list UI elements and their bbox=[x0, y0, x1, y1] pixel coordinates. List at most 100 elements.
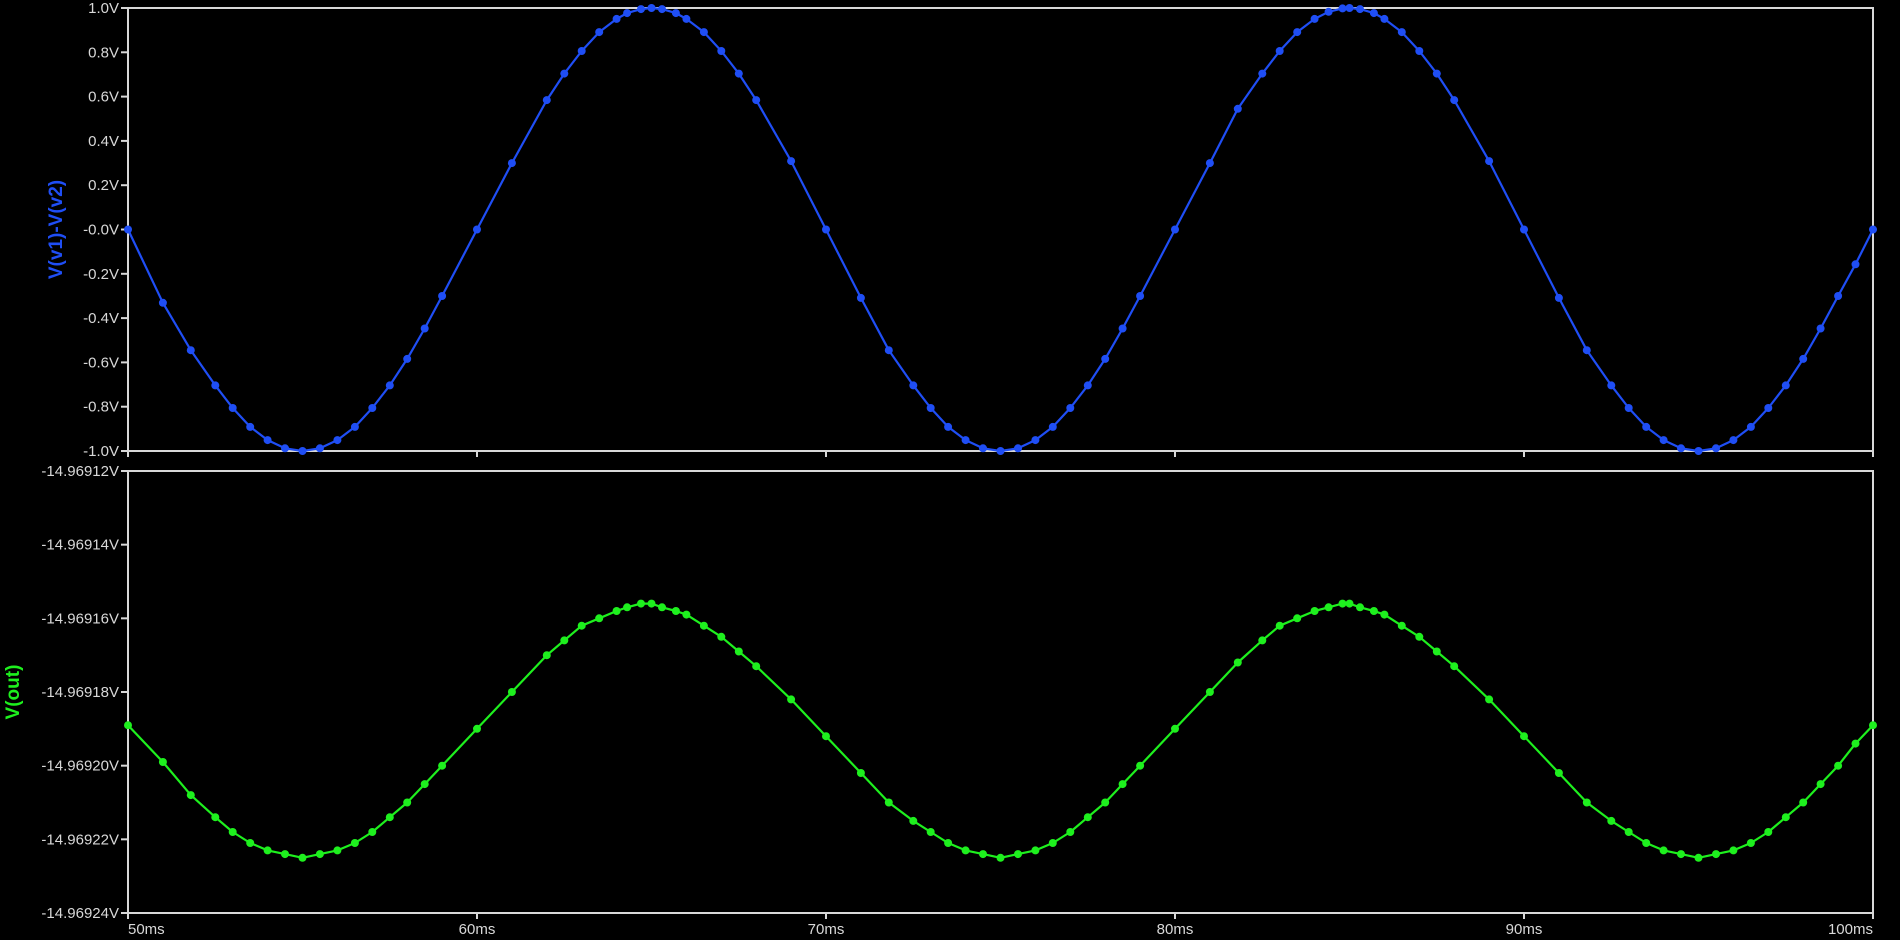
y-tick-label: 0.6V bbox=[88, 89, 119, 106]
y-tick-label: -14.96914V bbox=[41, 537, 119, 554]
y-tick-label: -14.96916V bbox=[41, 610, 119, 627]
data-point bbox=[752, 96, 761, 105]
data-point bbox=[1712, 850, 1720, 859]
data-point bbox=[734, 647, 743, 656]
data-point bbox=[884, 798, 893, 807]
y-tick-label: -14.96920V bbox=[41, 758, 119, 775]
data-point bbox=[1356, 5, 1364, 14]
data-point bbox=[1485, 695, 1494, 704]
data-point bbox=[158, 758, 167, 766]
data-point bbox=[944, 839, 953, 847]
data-point bbox=[1624, 828, 1633, 836]
data-point bbox=[1834, 761, 1843, 770]
data-point bbox=[385, 381, 394, 390]
data-point bbox=[787, 157, 796, 166]
y-tick-label: -14.96924V bbox=[41, 905, 119, 922]
data-point bbox=[699, 28, 708, 37]
data-point bbox=[473, 225, 481, 234]
y-tick-label: 0.8V bbox=[88, 44, 119, 61]
data-point bbox=[1118, 324, 1127, 333]
data-point bbox=[281, 444, 289, 453]
data-point bbox=[1275, 47, 1284, 55]
data-point bbox=[1048, 422, 1057, 431]
data-point bbox=[1415, 632, 1424, 641]
data-point bbox=[909, 816, 918, 825]
data-point bbox=[263, 846, 272, 855]
data-point bbox=[1205, 159, 1214, 168]
data-point bbox=[1659, 436, 1668, 445]
data-point bbox=[1101, 354, 1110, 363]
data-point bbox=[1275, 621, 1284, 630]
data-point bbox=[1324, 603, 1333, 612]
y-axis-label: V(out) bbox=[3, 665, 24, 720]
data-point bbox=[699, 621, 708, 630]
data-point bbox=[1659, 846, 1668, 855]
data-point bbox=[1851, 260, 1860, 269]
data-point bbox=[961, 846, 970, 855]
x-tick-label: 100ms bbox=[1828, 921, 1873, 938]
data-point bbox=[228, 404, 237, 412]
data-point bbox=[1642, 839, 1651, 847]
data-point bbox=[577, 47, 586, 55]
data-point bbox=[507, 159, 516, 168]
data-point bbox=[1432, 69, 1441, 78]
data-point bbox=[1799, 798, 1808, 807]
data-point bbox=[682, 14, 691, 23]
y-tick-label: -0.2V bbox=[83, 266, 119, 283]
data-point bbox=[1397, 621, 1406, 630]
data-point bbox=[350, 422, 359, 431]
data-point bbox=[884, 346, 893, 355]
data-point bbox=[1869, 721, 1877, 730]
data-point bbox=[658, 5, 666, 14]
data-point bbox=[822, 225, 830, 234]
data-point bbox=[856, 769, 865, 777]
data-point bbox=[944, 422, 953, 431]
x-tick-label: 90ms bbox=[1506, 921, 1543, 938]
data-point bbox=[1310, 14, 1319, 23]
data-point bbox=[158, 298, 167, 307]
data-point bbox=[473, 724, 481, 733]
data-point bbox=[717, 632, 726, 641]
data-point bbox=[682, 610, 691, 619]
data-point bbox=[124, 225, 132, 234]
data-point bbox=[637, 5, 645, 14]
data-point bbox=[420, 324, 429, 333]
data-point bbox=[1764, 828, 1773, 836]
data-point bbox=[1048, 839, 1057, 847]
data-point bbox=[717, 47, 726, 55]
data-point bbox=[1031, 846, 1040, 855]
data-point bbox=[298, 447, 307, 455]
data-point bbox=[1031, 436, 1040, 445]
data-point bbox=[186, 791, 195, 800]
data-point bbox=[1066, 404, 1075, 412]
data-point bbox=[246, 422, 255, 431]
data-point bbox=[1816, 780, 1825, 789]
data-point bbox=[671, 9, 680, 18]
x-tick-label: 70ms bbox=[808, 921, 845, 938]
data-point bbox=[1799, 354, 1808, 363]
data-point bbox=[1345, 599, 1354, 608]
data-point bbox=[263, 436, 272, 445]
data-point bbox=[734, 69, 743, 78]
data-point bbox=[1642, 422, 1651, 431]
data-point bbox=[1554, 769, 1563, 777]
data-point bbox=[979, 444, 987, 453]
data-point bbox=[1834, 292, 1843, 300]
data-point bbox=[1607, 816, 1616, 825]
data-point bbox=[647, 4, 656, 12]
data-point bbox=[1310, 607, 1319, 615]
data-point bbox=[1356, 603, 1364, 612]
data-point bbox=[671, 607, 680, 615]
data-point bbox=[577, 621, 586, 630]
data-point bbox=[647, 599, 656, 608]
data-point bbox=[787, 695, 796, 704]
data-point bbox=[315, 850, 324, 859]
waveform-plot: 1.0V 0.8V 0.6V 0.4V 0.2V -0.0V -0.2V -0.4V -0.6V… bbox=[0, 0, 1900, 940]
data-point bbox=[350, 839, 359, 847]
data-point bbox=[926, 828, 935, 836]
data-point bbox=[1338, 4, 1347, 13]
y-tick-label: -0.8V bbox=[83, 399, 119, 416]
data-point bbox=[1415, 47, 1424, 55]
data-point bbox=[246, 839, 255, 847]
data-point bbox=[1118, 780, 1127, 789]
